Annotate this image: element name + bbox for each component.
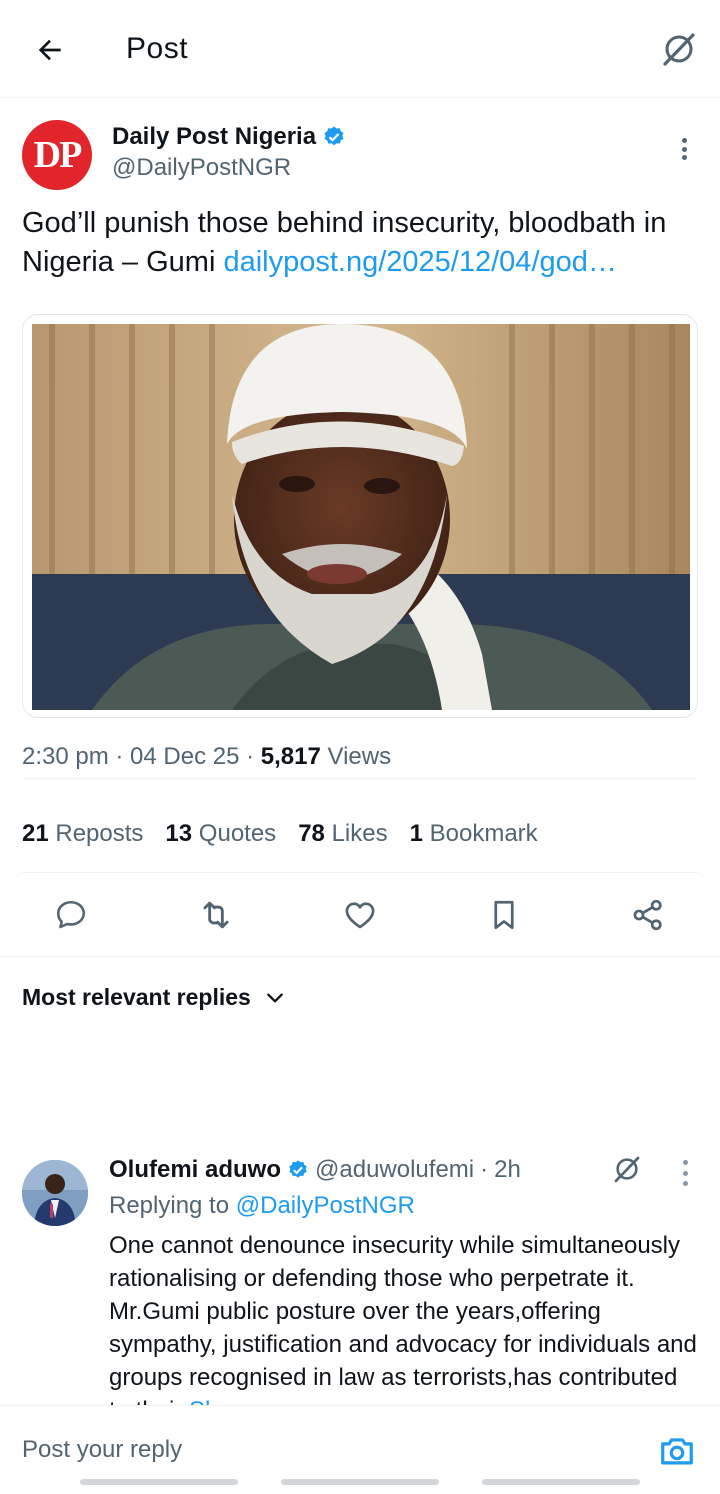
top-bar: Post — [0, 0, 720, 98]
reply-text: One cannot denounce insecurity while sim… — [109, 1229, 699, 1427]
likes-stat[interactable]: 78 Likes — [298, 820, 387, 848]
repost-icon — [203, 901, 229, 929]
back-button[interactable] — [28, 28, 72, 72]
bookmark-button[interactable] — [482, 893, 526, 937]
share-button[interactable] — [626, 893, 670, 937]
reply-composer: Post your reply — [0, 1405, 720, 1494]
reply-button[interactable] — [49, 893, 93, 937]
like-button[interactable] — [338, 893, 382, 937]
divider — [22, 872, 698, 873]
dot-icon — [682, 1170, 688, 1176]
avatar[interactable] — [22, 1160, 88, 1226]
grok-icon — [614, 1156, 640, 1183]
dot-icon — [682, 1181, 688, 1186]
views-count: 5,817 — [260, 743, 321, 770]
gesture-bar — [482, 1479, 640, 1485]
grok-button[interactable] — [656, 26, 702, 72]
post-actions — [0, 893, 720, 935]
repost-button[interactable] — [194, 893, 238, 937]
grok-icon — [663, 33, 695, 66]
post-time: 2:30 pm — [22, 743, 109, 770]
reply-input[interactable]: Post your reply — [22, 1436, 182, 1464]
page-title: Post — [126, 32, 189, 65]
chevron-down-icon — [266, 993, 283, 1002]
replying-to: Replying to @DailyPostNGR — [109, 1192, 415, 1219]
reply-item[interactable]: Olufemi aduwo @aduwolufemi · 2h Replying… — [0, 98, 720, 1494]
reply-time: 2h — [494, 1156, 521, 1183]
dot-icon — [682, 1160, 688, 1165]
reply-grok-button[interactable] — [610, 1152, 646, 1188]
divider — [0, 956, 720, 957]
sort-label: Most relevant replies — [22, 984, 251, 1010]
post-date: 04 Dec 25 — [130, 743, 240, 770]
arrow-left-icon — [38, 39, 61, 61]
reply-author-handle[interactable]: @aduwolufemi — [315, 1156, 474, 1184]
replies-sort-dropdown[interactable]: Most relevant replies — [22, 984, 285, 1011]
reply-header: Olufemi aduwo @aduwolufemi · 2h — [109, 1156, 521, 1184]
views-label: Views — [320, 743, 392, 770]
verified-badge-icon — [289, 1160, 307, 1178]
heart-icon — [345, 902, 375, 929]
reply-author-name[interactable]: Olufemi aduwo — [109, 1156, 281, 1184]
post-stats: 21 Reposts 13 Quotes 78 Likes 1 Bookmark — [22, 820, 538, 848]
gesture-bar — [281, 1479, 439, 1485]
post-meta: 2:30 pm · 04 Dec 25 · 5,817 Views — [22, 743, 392, 770]
reposts-stat[interactable]: 21 Reposts — [22, 820, 143, 848]
share-icon — [633, 899, 662, 931]
comment-icon — [56, 900, 86, 929]
replying-to-link[interactable]: @DailyPostNGR — [236, 1192, 415, 1219]
quotes-stat[interactable]: 13 Quotes — [165, 820, 276, 848]
reply-more-button[interactable] — [680, 1160, 690, 1186]
camera-icon — [661, 1438, 693, 1465]
camera-button[interactable] — [658, 1432, 696, 1470]
gesture-bar — [80, 1479, 238, 1485]
bookmark-icon — [494, 900, 514, 930]
divider — [22, 778, 698, 779]
bookmarks-stat[interactable]: 1 Bookmark — [410, 820, 538, 848]
person-photo-icon — [22, 1160, 88, 1226]
